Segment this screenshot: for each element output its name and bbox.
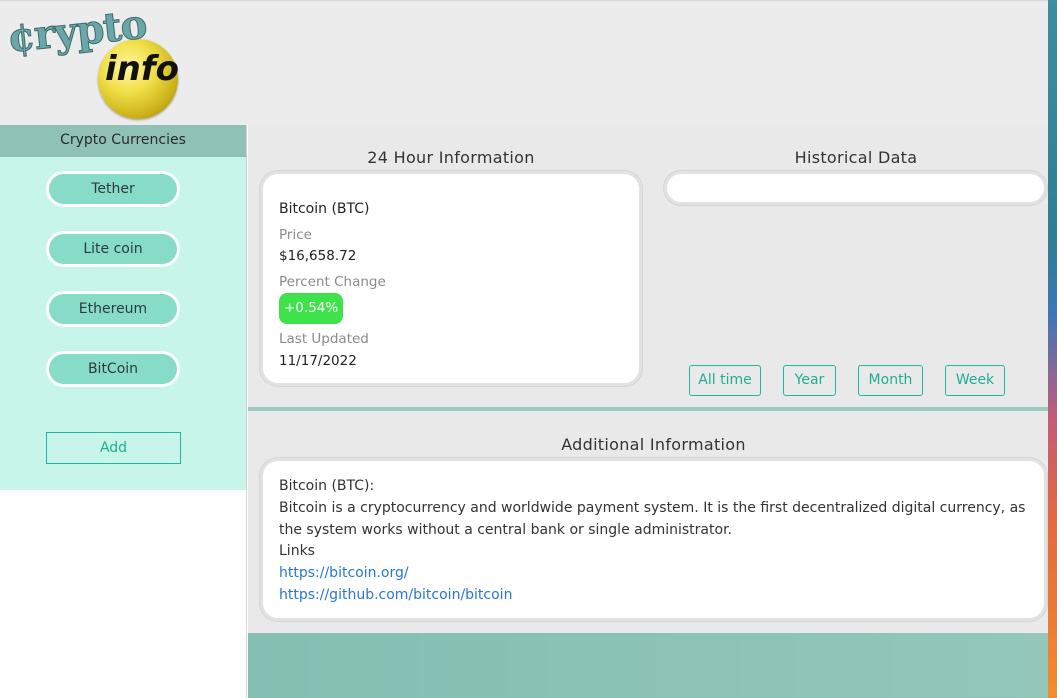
desktop-wallpaper-edge (1048, 0, 1057, 698)
range-week-button[interactable]: Week (945, 365, 1005, 396)
historical-chart-box (664, 171, 1047, 205)
logo-info-text: info (105, 49, 180, 89)
link-github-bitcoin[interactable]: https://github.com/bitcoin/bitcoin (279, 585, 1028, 607)
range-all-time-button[interactable]: All time (689, 365, 761, 396)
crypto-info-logo: ¢rypto info (5, 0, 185, 119)
percent-change-badge: +0.54% (279, 293, 344, 324)
app-header: ¢rypto info (0, 0, 1048, 125)
main-content: 24 Hour Information Bitcoin (BTC) Price … (248, 125, 1048, 698)
historical-title: Historical Data (794, 148, 918, 167)
last-updated-label: Last Updated (279, 331, 369, 347)
price-label: Price (279, 227, 312, 243)
add-coin-button[interactable]: Add (46, 432, 181, 464)
coin-button-ethereum[interactable]: Ethereum (46, 291, 180, 327)
coin-button-tether[interactable]: Tether (46, 171, 180, 207)
sidebar-empty-area (0, 490, 247, 698)
hour24-card: Bitcoin (BTC) Price $16,658.72 Percent C… (260, 171, 642, 386)
additional-title: Additional Information (561, 435, 746, 454)
range-year-button[interactable]: Year (783, 365, 836, 396)
percent-change-label: Percent Change (279, 274, 386, 290)
links-label: Links (279, 543, 315, 560)
section-divider (248, 407, 1048, 411)
additional-card: Bitcoin (BTC): Bitcoin is a cryptocurren… (260, 458, 1047, 621)
coin-button-litecoin[interactable]: Lite coin (46, 231, 180, 267)
coin-button-bitcoin[interactable]: BitCoin (46, 351, 180, 387)
coin-name: Bitcoin (BTC) (279, 201, 370, 217)
last-updated-value: 11/17/2022 (279, 353, 357, 369)
sidebar-title: Crypto Currencies (0, 125, 246, 157)
range-month-button[interactable]: Month (858, 365, 923, 396)
price-value: $16,658.72 (279, 248, 357, 264)
link-bitcoin-org[interactable]: https://bitcoin.org/ (279, 563, 1028, 585)
hour24-title: 24 Hour Information (367, 148, 535, 167)
sidebar: Crypto Currencies Tether Lite coin Ether… (0, 125, 247, 490)
additional-heading: Bitcoin (BTC): (279, 478, 375, 494)
additional-description: Bitcoin is a cryptocurrency and worldwid… (279, 499, 1026, 538)
footer-band (248, 633, 1048, 698)
